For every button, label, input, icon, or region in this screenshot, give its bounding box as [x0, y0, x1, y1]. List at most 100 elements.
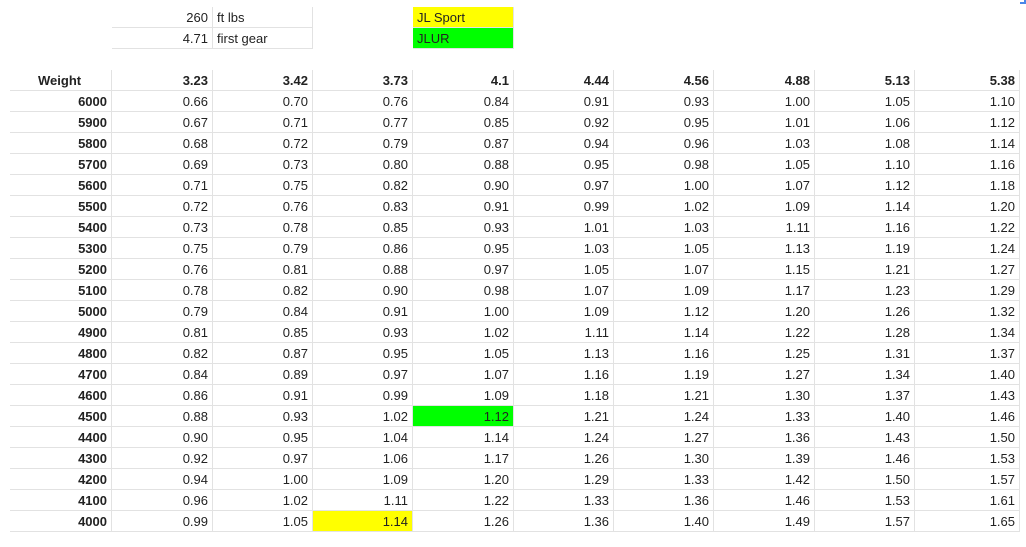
ratio-header-cell[interactable]: 3.42	[213, 70, 313, 91]
value-cell[interactable]: 1.21	[514, 406, 614, 427]
value-cell[interactable]: 1.03	[514, 238, 614, 259]
weight-cell[interactable]: 4300	[10, 448, 112, 469]
value-cell[interactable]: 1.49	[714, 511, 815, 532]
value-cell[interactable]: 1.02	[614, 196, 714, 217]
value-cell[interactable]: 0.82	[112, 343, 213, 364]
weight-cell[interactable]: 5000	[10, 301, 112, 322]
value-cell[interactable]: 1.05	[614, 238, 714, 259]
value-cell[interactable]: 1.22	[413, 490, 514, 511]
value-cell[interactable]: 0.71	[213, 112, 313, 133]
value-cell[interactable]: 0.67	[112, 112, 213, 133]
value-cell[interactable]: 1.40	[614, 511, 714, 532]
weight-cell[interactable]: 5300	[10, 238, 112, 259]
value-cell[interactable]: 1.17	[413, 448, 514, 469]
weight-cell[interactable]: 4200	[10, 469, 112, 490]
weight-cell[interactable]: 4800	[10, 343, 112, 364]
weight-cell[interactable]: 5100	[10, 280, 112, 301]
value-cell[interactable]: 1.46	[815, 448, 915, 469]
value-cell[interactable]: 0.95	[614, 112, 714, 133]
value-cell[interactable]: 0.84	[213, 301, 313, 322]
highlighted-value-cell[interactable]: 1.14	[313, 511, 413, 532]
value-cell[interactable]: 0.79	[313, 133, 413, 154]
torque-value-cell[interactable]: 260	[112, 7, 213, 28]
value-cell[interactable]: 1.08	[815, 133, 915, 154]
value-cell[interactable]: 1.09	[514, 301, 614, 322]
value-cell[interactable]: 0.75	[213, 175, 313, 196]
value-cell[interactable]: 1.39	[714, 448, 815, 469]
value-cell[interactable]: 1.09	[714, 196, 815, 217]
weight-cell[interactable]: 5500	[10, 196, 112, 217]
value-cell[interactable]: 1.34	[815, 364, 915, 385]
value-cell[interactable]: 1.03	[614, 217, 714, 238]
value-cell[interactable]: 1.26	[514, 448, 614, 469]
value-cell[interactable]: 1.33	[614, 469, 714, 490]
value-cell[interactable]: 0.73	[213, 154, 313, 175]
weight-cell[interactable]: 4900	[10, 322, 112, 343]
value-cell[interactable]: 0.93	[213, 406, 313, 427]
weight-cell[interactable]: 4600	[10, 385, 112, 406]
value-cell[interactable]: 0.88	[313, 259, 413, 280]
ratio-header-cell[interactable]: 3.23	[112, 70, 213, 91]
value-cell[interactable]: 0.99	[313, 385, 413, 406]
value-cell[interactable]: 0.85	[413, 112, 514, 133]
value-cell[interactable]: 0.91	[313, 301, 413, 322]
value-cell[interactable]: 1.22	[714, 322, 815, 343]
weight-cell[interactable]: 4700	[10, 364, 112, 385]
value-cell[interactable]: 0.66	[112, 91, 213, 112]
value-cell[interactable]: 1.53	[815, 490, 915, 511]
value-cell[interactable]: 1.14	[413, 427, 514, 448]
value-cell[interactable]: 1.05	[714, 154, 815, 175]
value-cell[interactable]: 0.78	[112, 280, 213, 301]
value-cell[interactable]: 1.50	[915, 427, 1020, 448]
value-cell[interactable]: 1.36	[714, 427, 815, 448]
first-gear-value-cell[interactable]: 4.71	[112, 28, 213, 49]
value-cell[interactable]: 1.27	[614, 427, 714, 448]
weight-header-cell[interactable]: Weight	[10, 70, 112, 91]
value-cell[interactable]: 1.20	[714, 301, 815, 322]
value-cell[interactable]: 1.14	[915, 133, 1020, 154]
value-cell[interactable]: 1.02	[213, 490, 313, 511]
weight-cell[interactable]: 4000	[10, 511, 112, 532]
value-cell[interactable]: 1.06	[313, 448, 413, 469]
value-cell[interactable]: 1.25	[714, 343, 815, 364]
value-cell[interactable]: 1.16	[915, 154, 1020, 175]
value-cell[interactable]: 0.82	[213, 280, 313, 301]
value-cell[interactable]: 1.01	[714, 112, 815, 133]
value-cell[interactable]: 1.02	[313, 406, 413, 427]
value-cell[interactable]: 0.98	[413, 280, 514, 301]
value-cell[interactable]: 0.88	[413, 154, 514, 175]
value-cell[interactable]: 1.30	[714, 385, 815, 406]
value-cell[interactable]: 0.96	[112, 490, 213, 511]
value-cell[interactable]: 1.13	[714, 238, 815, 259]
value-cell[interactable]: 0.79	[112, 301, 213, 322]
value-cell[interactable]: 1.10	[915, 91, 1020, 112]
value-cell[interactable]: 1.33	[514, 490, 614, 511]
weight-cell[interactable]: 5800	[10, 133, 112, 154]
weight-cell[interactable]: 5600	[10, 175, 112, 196]
value-cell[interactable]: 0.73	[112, 217, 213, 238]
value-cell[interactable]: 1.05	[213, 511, 313, 532]
value-cell[interactable]: 1.33	[714, 406, 815, 427]
torque-label-cell[interactable]: ft lbs	[213, 7, 313, 28]
value-cell[interactable]: 1.29	[915, 280, 1020, 301]
value-cell[interactable]: 0.95	[413, 238, 514, 259]
value-cell[interactable]: 1.07	[413, 364, 514, 385]
value-cell[interactable]: 0.92	[112, 448, 213, 469]
ratio-header-cell[interactable]: 4.88	[714, 70, 815, 91]
value-cell[interactable]: 1.24	[614, 406, 714, 427]
value-cell[interactable]: 1.12	[614, 301, 714, 322]
value-cell[interactable]: 1.00	[413, 301, 514, 322]
value-cell[interactable]: 1.03	[714, 133, 815, 154]
value-cell[interactable]: 1.37	[915, 343, 1020, 364]
value-cell[interactable]: 0.93	[313, 322, 413, 343]
value-cell[interactable]: 1.27	[915, 259, 1020, 280]
weight-cell[interactable]: 5900	[10, 112, 112, 133]
value-cell[interactable]: 1.20	[413, 469, 514, 490]
value-cell[interactable]: 0.95	[213, 427, 313, 448]
value-cell[interactable]: 1.26	[413, 511, 514, 532]
value-cell[interactable]: 1.11	[313, 490, 413, 511]
value-cell[interactable]: 1.11	[514, 322, 614, 343]
value-cell[interactable]: 0.79	[213, 238, 313, 259]
value-cell[interactable]: 1.14	[815, 196, 915, 217]
value-cell[interactable]: 1.18	[514, 385, 614, 406]
